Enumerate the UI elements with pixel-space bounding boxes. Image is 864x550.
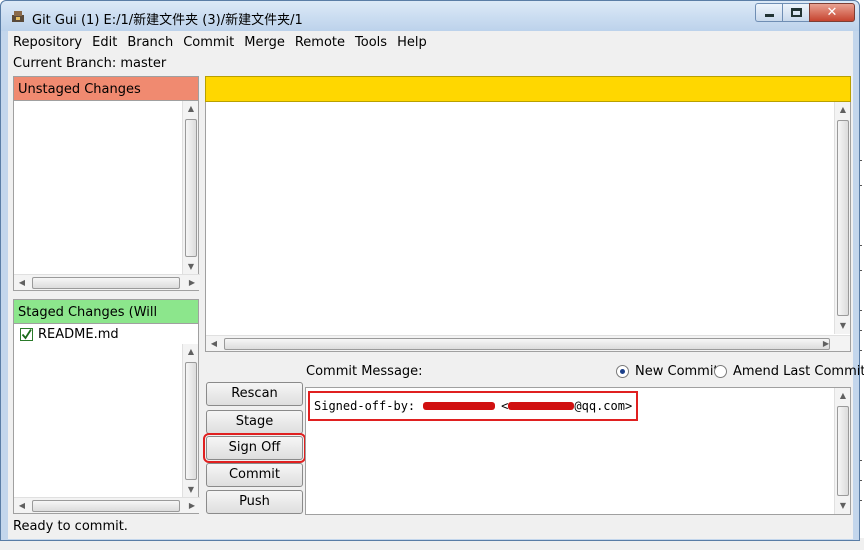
scroll-right-arrow-icon[interactable]: ▶ — [184, 275, 200, 291]
unstaged-vertical-scrollbar[interactable]: ▲ ▼ — [182, 101, 198, 275]
redacted-name — [423, 402, 496, 410]
scroll-down-arrow-icon[interactable]: ▼ — [183, 259, 199, 275]
amend-commit-label: Amend Last Commit — [733, 364, 864, 379]
window-client-area: Repository Edit Branch Commit Merge Remo… — [8, 31, 864, 539]
diff-header-bar — [205, 76, 851, 102]
current-branch-label: Current Branch: master — [13, 56, 167, 71]
staged-horizontal-scrollbar[interactable]: ◀ ▶ — [14, 497, 200, 513]
git-gui-window: Git Gui (1) E:/1/新建文件夹 (3)/新建文件夹/1 ✕ Rep… — [0, 0, 864, 541]
minimize-icon — [765, 14, 774, 17]
scroll-left-arrow-icon[interactable]: ◀ — [206, 336, 222, 352]
staged-files-list[interactable]: README.md ▲ ▼ ◀ ▶ — [13, 324, 200, 514]
staged-file-row[interactable]: README.md — [20, 327, 119, 342]
unstaged-changes-header: Unstaged Changes — [13, 76, 199, 101]
new-commit-radio[interactable] — [616, 365, 629, 378]
scroll-up-arrow-icon[interactable]: ▲ — [183, 101, 199, 117]
status-bar-text: Ready to commit. — [13, 519, 128, 534]
scroll-down-arrow-icon[interactable]: ▼ — [835, 318, 851, 334]
scroll-up-arrow-icon[interactable]: ▲ — [183, 344, 199, 360]
scroll-thumb[interactable] — [224, 338, 830, 350]
email-domain: @qq.com> — [574, 399, 633, 413]
unstaged-horizontal-scrollbar[interactable]: ◀ ▶ — [14, 274, 200, 290]
staged-changes-header: Staged Changes (Will Commit) — [13, 299, 199, 345]
close-button[interactable]: ✕ — [809, 3, 855, 22]
scroll-right-arrow-icon[interactable]: ▶ — [818, 336, 834, 352]
staged-file-name: README.md — [38, 327, 119, 342]
commit-message-label: Commit Message: — [306, 364, 423, 379]
scroll-down-arrow-icon[interactable]: ▼ — [183, 482, 199, 498]
rescan-button[interactable]: Rescan — [206, 382, 303, 406]
menu-merge[interactable]: Merge — [239, 33, 290, 53]
scroll-thumb[interactable] — [32, 500, 180, 512]
diff-horizontal-scrollbar[interactable]: ◀ ▶ — [206, 335, 850, 351]
menu-branch[interactable]: Branch — [122, 33, 178, 53]
scroll-right-arrow-icon[interactable]: ▶ — [184, 498, 200, 514]
commit-message-input[interactable]: Signed-off-by: < @qq.com> ▲ ▼ — [305, 387, 851, 515]
signed-off-line: Signed-off-by: < @qq.com> — [308, 391, 639, 421]
check-icon[interactable] — [20, 328, 33, 341]
scroll-thumb[interactable] — [185, 362, 197, 480]
maximize-button[interactable] — [782, 3, 809, 22]
scroll-thumb[interactable] — [837, 406, 849, 496]
window-title: Git Gui (1) E:/1/新建文件夹 (3)/新建文件夹/1 — [32, 13, 303, 28]
menu-tools[interactable]: Tools — [350, 33, 392, 53]
menu-edit[interactable]: Edit — [87, 33, 122, 53]
diff-vertical-scrollbar[interactable]: ▲ ▼ — [834, 102, 850, 334]
scroll-thumb[interactable] — [185, 119, 197, 257]
signed-off-prefix: Signed-off-by: — [314, 399, 416, 413]
scroll-up-arrow-icon[interactable]: ▲ — [835, 388, 851, 404]
menu-repository[interactable]: Repository — [8, 33, 87, 53]
git-gui-app-icon — [12, 11, 24, 22]
menu-commit[interactable]: Commit — [178, 33, 239, 53]
staged-vertical-scrollbar[interactable]: ▲ ▼ — [182, 344, 198, 498]
title-bar[interactable]: Git Gui (1) E:/1/新建文件夹 (3)/新建文件夹/1 ✕ — [1, 1, 859, 31]
amend-commit-option[interactable]: Amend Last Commit — [714, 364, 864, 379]
new-commit-option[interactable]: New Commit — [616, 364, 719, 379]
new-commit-label: New Commit — [635, 364, 719, 379]
menu-bar: Repository Edit Branch Commit Merge Remo… — [8, 33, 432, 53]
redacted-email — [508, 402, 575, 410]
pane-splitter[interactable] — [205, 354, 851, 358]
minimize-button[interactable] — [755, 3, 782, 22]
amend-commit-radio[interactable] — [714, 365, 727, 378]
email-open-bracket: < — [501, 399, 509, 413]
maximize-icon — [791, 8, 802, 17]
scroll-down-arrow-icon[interactable]: ▼ — [835, 498, 851, 514]
push-button[interactable]: Push — [206, 490, 303, 514]
stage-changed-button[interactable]: Stage Changed — [206, 410, 303, 451]
unstaged-files-list[interactable]: ▲ ▼ ◀ ▶ — [13, 101, 200, 291]
scroll-left-arrow-icon[interactable]: ◀ — [14, 275, 30, 291]
close-icon: ✕ — [826, 5, 838, 20]
commit-message-scrollbar[interactable]: ▲ ▼ — [834, 388, 850, 514]
menu-remote[interactable]: Remote — [290, 33, 350, 53]
scroll-thumb[interactable] — [32, 277, 180, 289]
commit-button[interactable]: Commit — [206, 463, 303, 487]
scroll-left-arrow-icon[interactable]: ◀ — [14, 498, 30, 514]
sign-off-button[interactable]: Sign Off — [203, 433, 306, 463]
menu-help[interactable]: Help — [392, 33, 432, 53]
scroll-thumb[interactable] — [837, 120, 849, 316]
diff-view[interactable]: ▲ ▼ ◀ ▶ — [205, 102, 851, 352]
scroll-up-arrow-icon[interactable]: ▲ — [835, 102, 851, 118]
